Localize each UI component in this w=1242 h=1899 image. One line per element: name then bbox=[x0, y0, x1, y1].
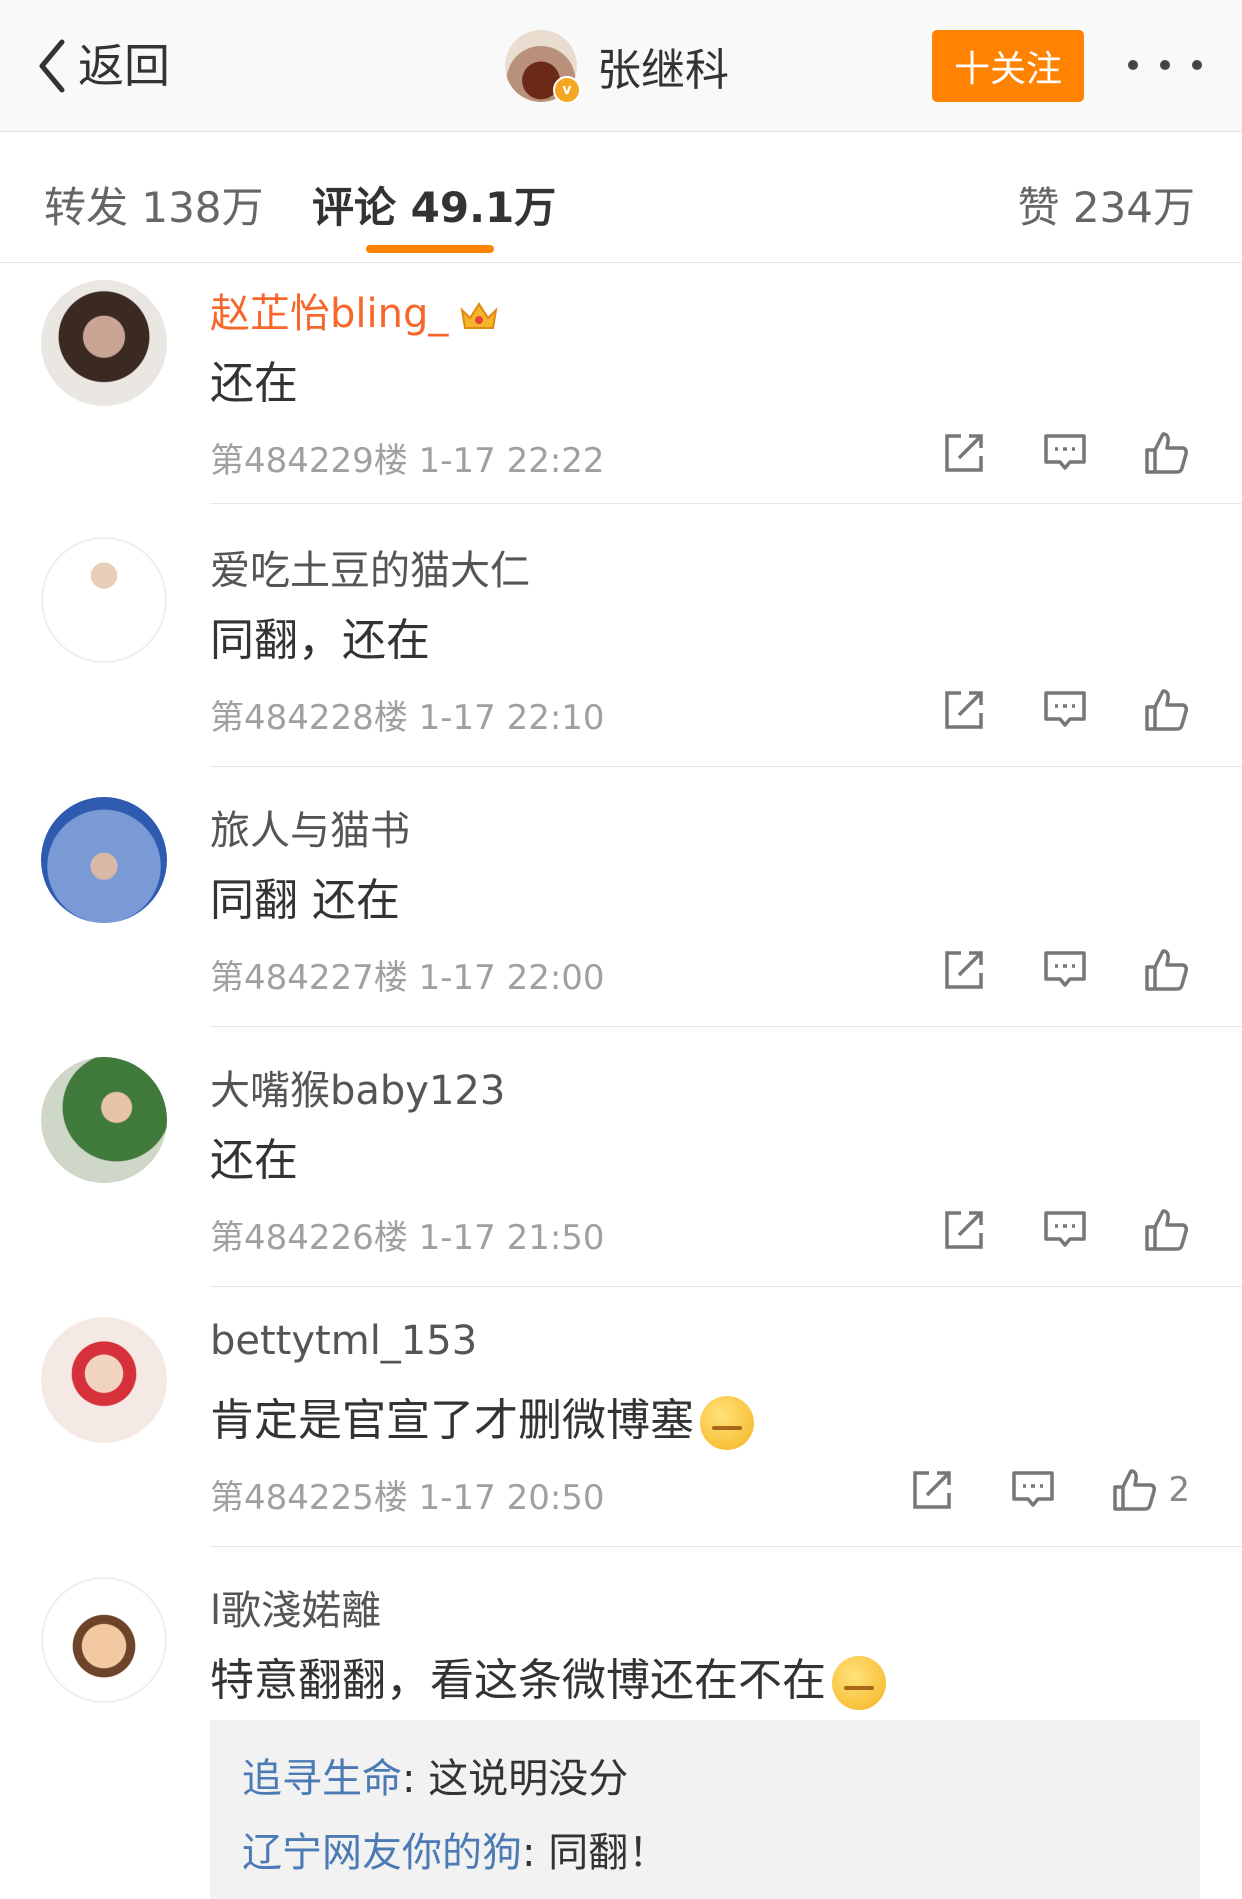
comment-username[interactable]: 赵芷怡bling_ bbox=[210, 281, 500, 339]
verified-badge-icon: v bbox=[553, 76, 581, 104]
comment-button[interactable] bbox=[1041, 946, 1089, 994]
repost-button[interactable] bbox=[940, 429, 988, 477]
nav-user[interactable]: v 张继科 bbox=[505, 30, 729, 104]
back-chevron-icon bbox=[39, 39, 65, 93]
reply-preview-box[interactable]: 追寻生命: 这说明没分 辽宁网友你的狗: 同翻！ bbox=[210, 1720, 1200, 1899]
comment-meta: 第484225楼 1-17 20:50 bbox=[210, 1478, 605, 1518]
like-button[interactable] bbox=[1110, 1466, 1158, 1514]
divider bbox=[210, 1286, 1242, 1287]
comment-text: 特意翻翻，看这条微博还在不在 bbox=[210, 1644, 886, 1710]
comment-text: 同翻，还在 bbox=[210, 615, 430, 666]
comment-text: 肯定是官宣了才删微博塞 bbox=[210, 1384, 754, 1450]
comment-username[interactable]: 爱吃土豆的猫大仁 bbox=[210, 538, 530, 596]
comment-text: 同翻 还在 bbox=[210, 875, 400, 926]
tab-comments[interactable]: 评论 49.1万 bbox=[312, 174, 556, 235]
reply-username[interactable]: 追寻生命 bbox=[242, 1756, 402, 1802]
avatar[interactable] bbox=[41, 1577, 167, 1703]
reply-username[interactable]: 辽宁网友你的狗 bbox=[242, 1830, 522, 1876]
repost-icon bbox=[945, 1211, 983, 1249]
divider bbox=[210, 1546, 1242, 1547]
divider bbox=[210, 503, 1242, 504]
repost-icon bbox=[945, 951, 983, 989]
repost-button[interactable] bbox=[940, 946, 988, 994]
repost-button[interactable] bbox=[940, 1206, 988, 1254]
tab-reposts[interactable]: 转发 138万 bbox=[44, 174, 264, 235]
comment-actions: 2 bbox=[855, 1466, 1190, 1514]
top-nav-bar: 返回 v 张继科 十关注 bbox=[0, 0, 1242, 132]
repost-icon bbox=[945, 434, 983, 472]
comment-meta: 第484226楼 1-17 21:50 bbox=[210, 1218, 605, 1258]
tab-bar: 转发 138万 评论 49.1万 赞 234万 bbox=[0, 132, 1242, 263]
comment-meta: 第484228楼 1-17 22:10 bbox=[210, 698, 605, 738]
like-icon bbox=[1113, 1469, 1157, 1511]
page-title: 张继科 bbox=[597, 45, 729, 96]
laugh-cry-emoji-icon bbox=[832, 1656, 886, 1710]
like-button[interactable] bbox=[1142, 1206, 1190, 1254]
comment-button[interactable] bbox=[1041, 1206, 1089, 1254]
comment-text: 还在 bbox=[210, 358, 298, 409]
divider bbox=[210, 1026, 1242, 1027]
avatar[interactable] bbox=[41, 537, 167, 663]
reply-text: : 同翻！ bbox=[522, 1830, 669, 1876]
repost-icon bbox=[913, 1471, 952, 1509]
back-button[interactable]: 返回 bbox=[36, 38, 170, 94]
tab-likes[interactable]: 赞 234万 bbox=[1017, 174, 1195, 235]
reply-text: : 这说明没分 bbox=[402, 1756, 629, 1802]
comment-actions bbox=[887, 686, 1190, 734]
comment-button[interactable] bbox=[1041, 686, 1089, 734]
sweat-emoji-icon bbox=[700, 1396, 754, 1450]
avatar[interactable] bbox=[41, 797, 167, 923]
comment-username[interactable]: 大嘴猴baby123 bbox=[210, 1058, 505, 1116]
comment-text: 还在 bbox=[210, 1135, 298, 1186]
comment-actions bbox=[887, 1206, 1190, 1254]
like-button[interactable] bbox=[1142, 686, 1190, 734]
comment-username[interactable]: bettytml_153 bbox=[210, 1318, 477, 1364]
reply-item: 辽宁网友你的狗: 同翻！ bbox=[242, 1820, 668, 1878]
repost-icon bbox=[945, 691, 983, 729]
comment-actions bbox=[887, 429, 1190, 477]
follow-button[interactable]: 十关注 bbox=[932, 30, 1084, 102]
crown-icon bbox=[460, 302, 498, 329]
reply-item: 追寻生命: 这说明没分 bbox=[242, 1746, 628, 1804]
like-icon bbox=[1145, 432, 1188, 474]
like-icon bbox=[1145, 1209, 1188, 1251]
tab-active-indicator bbox=[366, 245, 494, 253]
avatar[interactable] bbox=[41, 1057, 167, 1183]
like-count: 2 bbox=[1168, 1470, 1190, 1510]
comment-username[interactable]: 旅人与猫书 bbox=[210, 798, 410, 856]
like-icon bbox=[1145, 689, 1188, 731]
divider bbox=[210, 766, 1242, 767]
comment-button[interactable] bbox=[1009, 1466, 1057, 1514]
like-button[interactable] bbox=[1142, 946, 1190, 994]
comment-icon bbox=[1044, 434, 1086, 470]
avatar[interactable]: v bbox=[505, 30, 581, 104]
comment-meta: 第484229楼 1-17 22:22 bbox=[210, 441, 605, 481]
avatar[interactable] bbox=[41, 1317, 167, 1443]
repost-button[interactable] bbox=[908, 1466, 956, 1514]
comment-actions bbox=[887, 946, 1190, 994]
avatar[interactable] bbox=[41, 280, 167, 406]
comment-username[interactable]: l歌淺婼離 bbox=[210, 1578, 381, 1636]
comment-icon bbox=[1044, 951, 1086, 987]
more-dots-icon[interactable] bbox=[1128, 50, 1202, 80]
comment-icon bbox=[1044, 691, 1086, 727]
repost-button[interactable] bbox=[940, 686, 988, 734]
comment-icon bbox=[1044, 1211, 1086, 1247]
back-label: 返回 bbox=[78, 39, 170, 93]
comment-meta: 第484227楼 1-17 22:00 bbox=[210, 958, 605, 998]
comment-button[interactable] bbox=[1041, 429, 1089, 477]
like-icon bbox=[1145, 949, 1188, 991]
like-button[interactable] bbox=[1142, 429, 1190, 477]
comment-icon bbox=[1012, 1471, 1055, 1507]
